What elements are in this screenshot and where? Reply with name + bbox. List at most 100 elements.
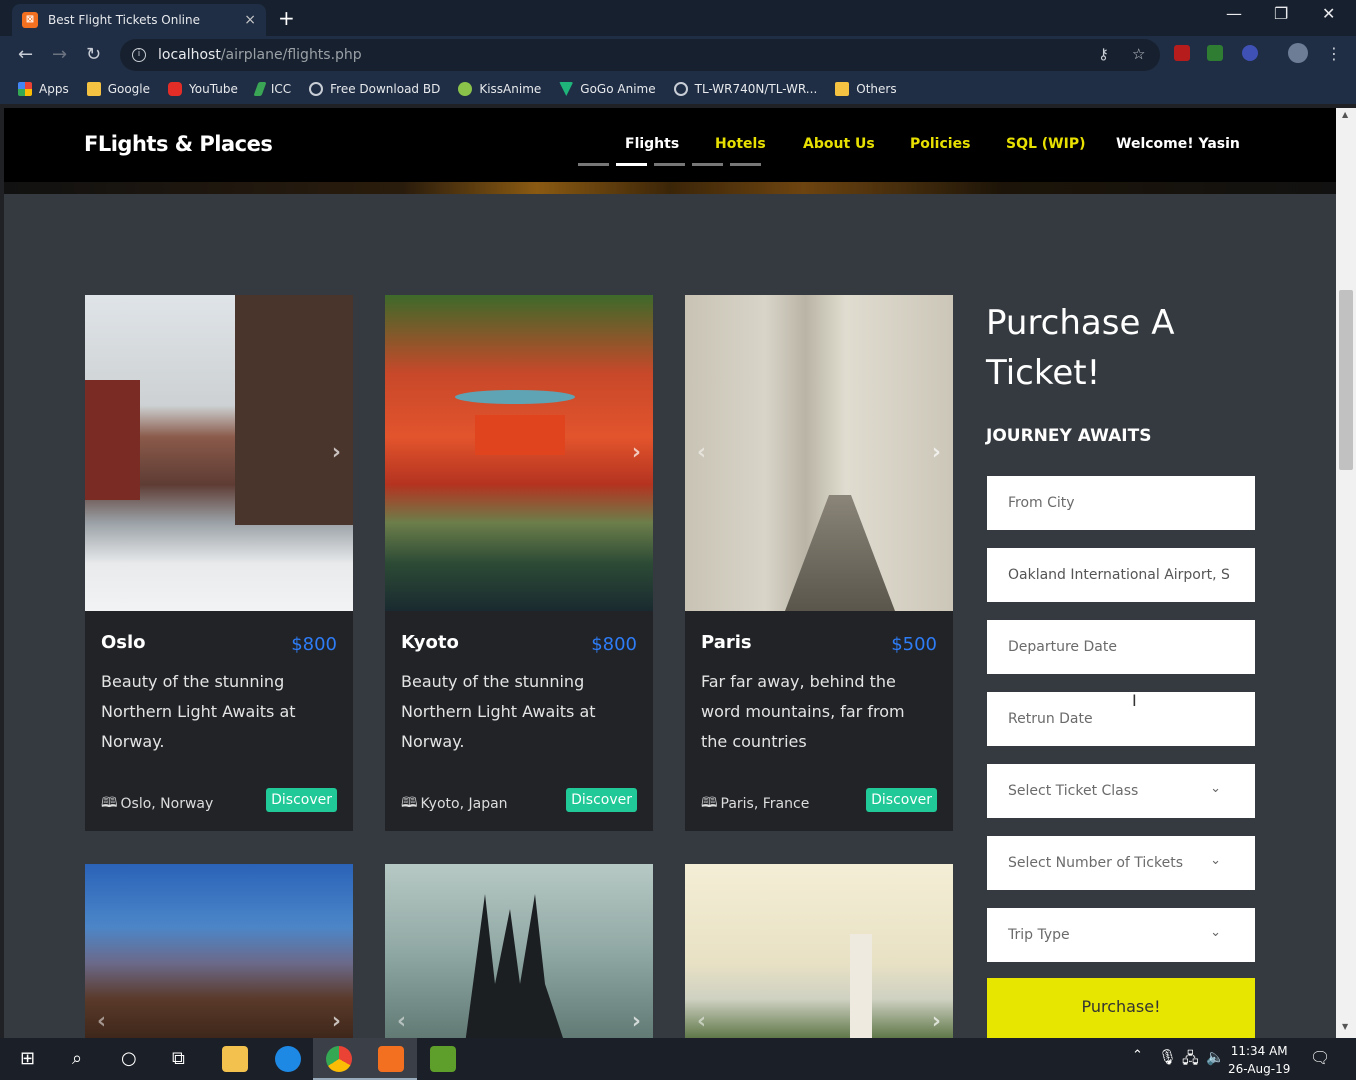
file-explorer-icon[interactable] bbox=[222, 1046, 248, 1072]
bookmark-others[interactable]: Others bbox=[835, 82, 897, 96]
carousel-next-arrow-icon[interactable]: › bbox=[932, 440, 941, 465]
microphone-icon[interactable]: 🎙 bbox=[1158, 1048, 1177, 1066]
purchase-button[interactable]: Purchase! bbox=[987, 978, 1255, 1038]
edge-icon[interactable] bbox=[275, 1046, 301, 1072]
windows-start-icon[interactable]: ⊞ bbox=[20, 1048, 35, 1069]
scroll-up-icon[interactable]: ▲ bbox=[1342, 110, 1348, 119]
card-description: Beauty of the stunning Northern Light Aw… bbox=[401, 672, 596, 751]
return-date-input[interactable]: Retrun Date bbox=[987, 692, 1255, 746]
minimize-icon[interactable]: — bbox=[1226, 4, 1242, 23]
notifications-icon[interactable]: 🗨 bbox=[1310, 1048, 1330, 1067]
bookmark-kissanime[interactable]: KissAnime bbox=[458, 82, 541, 96]
volume-icon[interactable]: 🔈 bbox=[1206, 1048, 1225, 1066]
kyoto-photo: › bbox=[385, 295, 653, 611]
clock-date: 26-Aug-19 bbox=[1228, 1062, 1291, 1076]
scrollbar-thumb[interactable] bbox=[1339, 290, 1353, 470]
to-airport-input[interactable]: Oakland International Airport, S bbox=[987, 548, 1255, 602]
bookmark-router[interactable]: TL-WR740N/TL-WR... bbox=[673, 82, 817, 96]
menu-kebab-icon[interactable]: ⋮ bbox=[1326, 44, 1342, 63]
tab-close-icon[interactable]: × bbox=[244, 12, 256, 28]
page-scrollbar[interactable]: ▲ ▼ bbox=[1336, 108, 1356, 1038]
extension-icon[interactable] bbox=[1207, 45, 1223, 61]
restore-icon[interactable]: ❐ bbox=[1274, 4, 1288, 23]
xampp-favicon-icon: ⊠ bbox=[22, 12, 38, 28]
key-icon[interactable]: ⚷ bbox=[1098, 45, 1109, 63]
globe-icon bbox=[673, 82, 688, 96]
web-page: FLights & Places Flights Hotels About Us… bbox=[4, 108, 1336, 1038]
nav-flights[interactable]: Flights bbox=[625, 136, 679, 152]
chrome-icon[interactable] bbox=[326, 1046, 352, 1072]
search-icon[interactable]: ⌕ bbox=[72, 1048, 82, 1069]
discover-button[interactable]: Discover bbox=[266, 788, 337, 812]
bookmark-label: GoGo Anime bbox=[580, 82, 656, 96]
bookmark-gogo-anime[interactable]: GoGo Anime bbox=[559, 82, 656, 96]
nav-sql-wip[interactable]: SQL (WIP) bbox=[1006, 136, 1086, 152]
bookmark-star-icon[interactable]: ☆ bbox=[1132, 45, 1145, 63]
card-location-label: Paris, France bbox=[720, 796, 810, 812]
new-tab-button[interactable]: + bbox=[278, 6, 295, 30]
destination-card-oslo: › Oslo $800 Beauty of the stunning North… bbox=[85, 295, 353, 831]
task-view-icon[interactable]: ⧉ bbox=[172, 1048, 185, 1069]
scroll-down-icon[interactable]: ▼ bbox=[1342, 1022, 1348, 1031]
carousel-next-arrow-icon[interactable]: › bbox=[932, 1009, 941, 1034]
card-price: $500 bbox=[891, 634, 937, 655]
carousel-next-arrow-icon[interactable]: › bbox=[332, 440, 341, 465]
carousel-next-arrow-icon[interactable]: › bbox=[632, 1009, 641, 1034]
oslo-red-house bbox=[85, 380, 140, 500]
prague-photo: ‹ › bbox=[385, 864, 653, 1038]
card-price: $800 bbox=[591, 634, 637, 655]
tray-chevron-up-icon[interactable]: ⌃ bbox=[1132, 1048, 1143, 1063]
window-close-icon[interactable]: ✕ bbox=[1322, 4, 1335, 23]
bookmark-google[interactable]: Google bbox=[86, 82, 151, 96]
taskbar-clock[interactable]: 11:34 AM 26-Aug-19 bbox=[1228, 1042, 1290, 1078]
nav-hotels[interactable]: Hotels bbox=[715, 136, 766, 152]
back-arrow-icon[interactable]: ← bbox=[18, 44, 33, 65]
network-icon[interactable]: 🖧 bbox=[1182, 1048, 1199, 1073]
ticket-count-select[interactable]: Select Number of Tickets ⌄ bbox=[987, 836, 1255, 890]
trip-type-select[interactable]: Trip Type ⌄ bbox=[987, 908, 1255, 962]
nav-welcome-user[interactable]: Welcome! Yasin bbox=[1116, 136, 1240, 152]
browser-tab[interactable]: ⊠ Best Flight Tickets Online × bbox=[12, 4, 266, 36]
clock-time: 11:34 AM bbox=[1230, 1044, 1288, 1058]
youtube-icon bbox=[168, 82, 183, 96]
reload-icon[interactable]: ↻ bbox=[86, 44, 101, 65]
site-brand[interactable]: FLights & Places bbox=[84, 132, 273, 156]
carousel-next-arrow-icon[interactable]: › bbox=[632, 440, 641, 465]
nvidia-icon[interactable] bbox=[430, 1046, 456, 1072]
bookmark-youtube[interactable]: YouTube bbox=[168, 82, 238, 96]
discover-button[interactable]: Discover bbox=[566, 788, 637, 812]
icc-icon bbox=[253, 82, 267, 96]
discover-button[interactable]: Discover bbox=[866, 788, 937, 812]
carousel-prev-arrow-icon[interactable]: ‹ bbox=[97, 1009, 106, 1034]
carousel-prev-arrow-icon[interactable]: ‹ bbox=[697, 440, 706, 465]
ticket-class-select[interactable]: Select Ticket Class ⌄ bbox=[987, 764, 1255, 818]
forward-arrow-icon[interactable]: → bbox=[52, 44, 67, 65]
browser-tab-strip: ⊠ Best Flight Tickets Online × + — ❐ ✕ bbox=[0, 0, 1356, 36]
bookmark-free-download-bd[interactable]: Free Download BD bbox=[309, 82, 440, 96]
carousel-prev-arrow-icon[interactable]: ‹ bbox=[697, 1009, 706, 1034]
url-host: localhost bbox=[158, 47, 221, 63]
carousel-next-arrow-icon[interactable]: › bbox=[332, 1009, 341, 1034]
address-bar[interactable]: i localhost/airplane/flights.php bbox=[120, 39, 1160, 71]
bookmark-label: Others bbox=[856, 82, 897, 96]
cortana-icon[interactable]: ○ bbox=[121, 1048, 137, 1069]
extension-circle-icon[interactable] bbox=[1242, 45, 1258, 61]
profile-avatar-icon[interactable] bbox=[1288, 43, 1308, 63]
destination-card-paris: ‹ › Paris $500 Far far away, behind the … bbox=[685, 295, 953, 831]
header-background-strip bbox=[4, 182, 1336, 194]
bookmark-apps[interactable]: Apps bbox=[18, 82, 69, 96]
nav-policies[interactable]: Policies bbox=[910, 136, 970, 152]
carousel-prev-arrow-icon[interactable]: ‹ bbox=[397, 1009, 406, 1034]
nav-about-us[interactable]: About Us bbox=[803, 136, 875, 152]
purchase-subtitle: JOURNEY AWAITS bbox=[986, 426, 1152, 446]
trip-type-value: Trip Type bbox=[1008, 927, 1070, 943]
departure-date-input[interactable]: Departure Date bbox=[987, 620, 1255, 674]
site-info-icon[interactable]: i bbox=[132, 48, 146, 62]
bookmark-icc[interactable]: ICC bbox=[253, 82, 291, 96]
bookmark-label: YouTube bbox=[189, 82, 238, 96]
from-city-input[interactable]: From City bbox=[987, 476, 1255, 530]
pdf-extension-icon[interactable] bbox=[1174, 45, 1190, 61]
xampp-icon[interactable] bbox=[378, 1046, 404, 1072]
paris-photo: ‹ › bbox=[685, 295, 953, 611]
bookmark-label: Google bbox=[107, 82, 151, 96]
